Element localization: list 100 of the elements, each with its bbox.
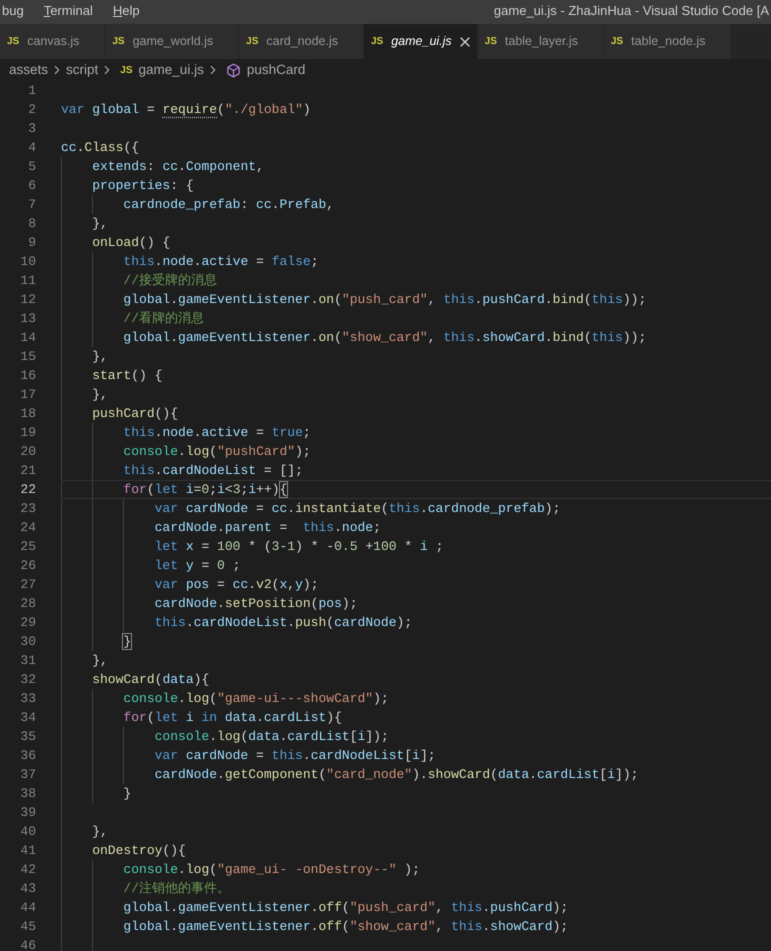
line-number: 2 (27, 100, 36, 119)
line-number: 36 (19, 746, 36, 765)
code-line: var pos = cc.v2(x,y); (61, 575, 771, 594)
tab-label: game_ui.js (391, 33, 452, 50)
js-file-icon: JS (610, 34, 624, 49)
code-line: }, (61, 822, 771, 841)
line-number: 32 (19, 670, 36, 689)
code-line: }, (61, 651, 771, 670)
code-line: var cardNode = this.cardNodeList[i]; (61, 746, 771, 765)
line-number: 3 (27, 120, 36, 138)
line-number: 45 (19, 918, 36, 936)
code-line: cardNode.getComponent("card_node").showCard(data.cardList[i]); (61, 765, 771, 784)
line-number: 37 (19, 766, 36, 784)
line-number: 10 (19, 252, 36, 271)
line-number: 6 (27, 176, 36, 195)
line-number: 24 (19, 518, 36, 537)
line-number: 11 (19, 272, 36, 290)
line-number: 34 (19, 708, 36, 727)
line-number: 23 (19, 500, 36, 518)
line-number: 38 (19, 784, 36, 803)
js-file-icon: JS (112, 34, 125, 49)
menu-item[interactable]: Terminal (42, 1, 95, 20)
line-number: 9 (27, 234, 36, 252)
tab-label: table_layer.js (504, 33, 578, 50)
code-line: global.gameEventListener.off("push_card", this.pushCard); (61, 898, 771, 917)
code-line: global.gameEventListener.on("push_card", this.pushCard.bind(this)); (61, 290, 771, 309)
line-number: 33 (19, 690, 36, 708)
code-line: //看牌的消息 (61, 309, 771, 328)
code-line: onDestroy(){ (61, 841, 771, 860)
code-line: console.log("game_ui- -onDestroy--" ); (61, 860, 771, 879)
code-line: cardNode.parent = this.node; (61, 518, 771, 537)
code-line: extends: cc.Component, (61, 157, 771, 176)
code-line: for(let i=0;i<3;i++){ (61, 480, 771, 499)
window-title: game_ui.js - ZhaJinHua - Visual Studio Code [A (494, 2, 770, 20)
line-number: 31 (19, 652, 36, 670)
code-line: //注销他的事件。 (61, 879, 771, 898)
js-file-icon: JS (7, 34, 20, 49)
line-number: 18 (19, 404, 36, 423)
line-number: 26 (19, 556, 36, 575)
code-line: pushCard(){ (61, 404, 771, 423)
code-line: this.cardNodeList.push(cardNode); (61, 613, 771, 632)
code-line: cardnode_prefab: cc.Prefab, (61, 195, 771, 214)
line-number: 40 (19, 822, 36, 841)
js-file-icon: JS (484, 34, 497, 49)
line-number: 27 (19, 576, 36, 594)
menu-item[interactable]: bug (0, 1, 26, 20)
code-line: global.gameEventListener.on("show_card", this.showCard.bind(this)); (61, 328, 771, 347)
line-number: 13 (19, 310, 36, 328)
cube-icon (226, 62, 241, 78)
code-line: var global = require("./global") (61, 100, 312, 119)
code-line: let x = 100 * (3-1) * -0.5 +100 * i ; (61, 537, 771, 556)
breadcrumb-item[interactable]: pushCard (246, 60, 306, 80)
breadcrumb-item[interactable]: script (66, 60, 98, 80)
js-file-icon: JS (246, 34, 258, 49)
editor-tab[interactable]: JS card_node.js (239, 24, 364, 59)
line-number: 43 (19, 880, 36, 898)
line-number: 35 (19, 728, 36, 746)
editor-tab[interactable]: JS table_node.js (604, 24, 732, 59)
tab-label: card_node.js (266, 33, 338, 50)
editor-tab[interactable]: JS game_world.js (105, 24, 240, 59)
tab-label: canvas.js (27, 33, 80, 50)
js-file-icon: JS (370, 34, 384, 49)
menu-item[interactable]: Help (110, 1, 142, 20)
code-line: start() { (61, 366, 771, 385)
line-number: 8 (27, 214, 36, 233)
tab-label: game_world.js (132, 33, 214, 50)
code-line: //接受牌的消息 (61, 271, 771, 290)
code-line: } (61, 784, 771, 803)
line-number: 21 (19, 462, 36, 480)
line-number: 20 (19, 442, 36, 461)
code-line: var cardNode = cc.instantiate(this.cardnode_prefab); (61, 499, 771, 518)
breadcrumb-item[interactable]: game_ui.js (138, 60, 204, 80)
line-number: 22 (19, 480, 36, 499)
js-file-icon: JS (120, 62, 133, 78)
code-line: console.log("game-ui---showCard"); (61, 689, 771, 708)
line-number: 14 (19, 328, 36, 347)
line-number: 12 (19, 290, 36, 309)
code-line: showCard(data){ (61, 670, 771, 689)
line-number: 30 (19, 632, 36, 651)
line-number: 46 (19, 936, 36, 951)
code-line: }, (61, 214, 771, 233)
line-number: 17 (19, 386, 36, 404)
editor-tab[interactable]: JS game_ui.js (364, 24, 478, 59)
line-number: 29 (19, 614, 36, 632)
code-line: this.node.active = true; (61, 423, 771, 442)
line-number: 41 (19, 842, 36, 860)
code-line: global.gameEventListener.off("show_card", this.showCard); (61, 917, 771, 936)
code-line: onLoad() { (61, 233, 771, 252)
code-line: properties: { (61, 176, 771, 195)
line-number: 15 (19, 348, 36, 366)
code-line: console.log(data.cardList[i]); (61, 727, 771, 746)
code-line: console.log("pushCard"); (61, 442, 771, 461)
breadcrumb-item[interactable]: assets (9, 60, 48, 80)
editor-tab[interactable]: JS canvas.js (0, 24, 106, 59)
line-number: 42 (19, 860, 36, 879)
code-line: let y = 0 ; (61, 556, 771, 575)
editor-tab[interactable]: JS table_layer.js (478, 24, 604, 59)
line-number: 39 (19, 804, 36, 822)
code-line: cc.Class({ (61, 138, 140, 157)
line-number: 5 (27, 158, 36, 176)
